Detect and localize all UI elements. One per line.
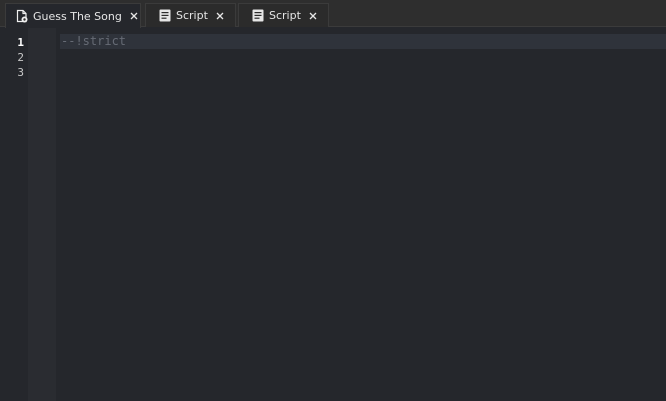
line-number-gutter: 1 2 3 [0, 28, 28, 401]
close-icon[interactable] [129, 11, 139, 21]
tab-guess-the-song[interactable]: Guess The Song [5, 3, 141, 28]
tab-script-2[interactable]: Script [238, 3, 329, 27]
tab-bar: Guess The Song Script Script [0, 0, 666, 28]
current-line-highlight [60, 34, 666, 49]
line-number: 3 [17, 66, 24, 79]
close-icon[interactable] [215, 11, 225, 21]
place-file-icon [16, 9, 28, 23]
tab-script-1[interactable]: Script [145, 3, 236, 27]
fold-margin [28, 28, 56, 401]
close-icon[interactable] [308, 11, 318, 21]
tab-label: Script [269, 9, 301, 22]
script-icon [252, 9, 264, 22]
script-editor-window: Guess The Song Script Script 1 2 3 --!st… [0, 0, 666, 401]
line-number: 1 [17, 36, 24, 49]
tab-label: Script [176, 9, 208, 22]
tab-label: Guess The Song [33, 9, 122, 23]
code-line[interactable]: --!strict [61, 34, 126, 49]
script-icon [159, 9, 171, 22]
code-editor[interactable]: --!strict [56, 28, 666, 401]
line-number: 2 [17, 51, 24, 64]
